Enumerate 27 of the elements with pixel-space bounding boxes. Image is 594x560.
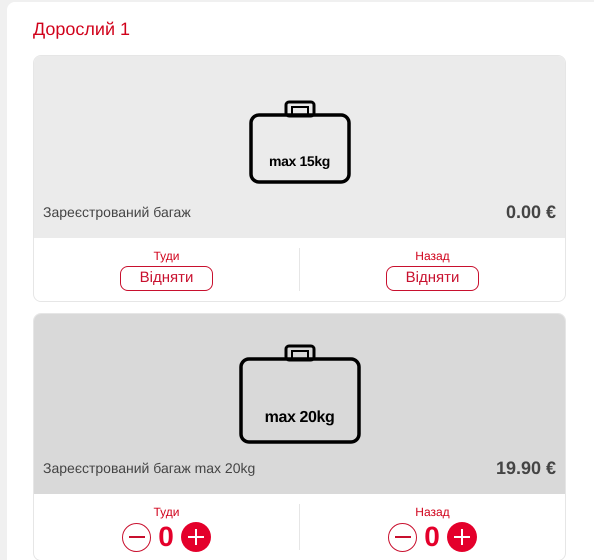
direction-label: Туди [154, 504, 180, 520]
plus-icon [454, 529, 470, 545]
minus-icon [128, 536, 145, 538]
suitcase-icon [248, 100, 350, 184]
baggage-card[interactable]: max 15kg Зареєстрований багаж 0.00 € Туди Відняти Назад Відняти [33, 55, 566, 302]
plus-button[interactable] [180, 522, 211, 552]
direction-label: Назад [415, 504, 450, 520]
remove-button[interactable]: Відняти [120, 266, 213, 291]
plus-button[interactable] [446, 522, 477, 552]
count-value: 0 [158, 521, 174, 553]
baggage-name: Зареєстрований багаж [43, 203, 191, 222]
minus-icon [394, 536, 411, 538]
minus-button[interactable] [122, 522, 152, 552]
count-value: 0 [424, 521, 440, 553]
baggage-price: 0.00 € [506, 201, 556, 224]
baggage-name: Зареєстрований багаж max 20kg [43, 459, 256, 478]
baggage-price: 19.90 € [496, 457, 556, 480]
weight-label: max 20kg [264, 408, 336, 428]
direction-label: Туди [154, 248, 180, 264]
suitcase-icon [238, 344, 360, 444]
direction-label: Назад [415, 248, 450, 264]
remove-button[interactable]: Відняти [386, 266, 479, 291]
baggage-card[interactable]: max 20kg Зареєстрований багаж max 20kg 19.90 € Туди 0 Назад 0 [33, 313, 566, 560]
passenger-title: Дорослий 1 [33, 18, 132, 41]
plus-icon [188, 529, 204, 545]
minus-button[interactable] [388, 522, 418, 552]
weight-label: max 15kg [268, 152, 332, 171]
